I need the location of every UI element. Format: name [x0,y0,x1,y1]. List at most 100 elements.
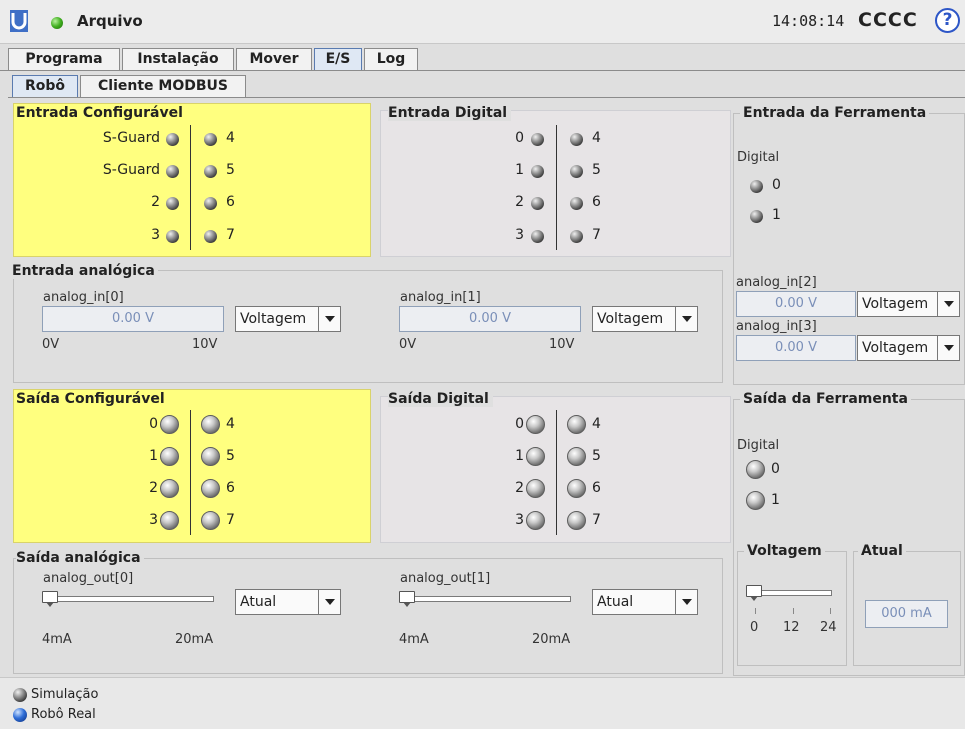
config-output-button-2[interactable] [160,479,179,498]
tool-input-led-1 [750,210,763,223]
digital-input-label-4: 4 [592,130,601,146]
tool-input-label-0: 0 [772,177,781,193]
digital-input-led-7 [570,230,583,243]
config-output-button-1[interactable] [160,447,179,466]
chevron-down-icon[interactable] [937,292,959,316]
config-output-button-3[interactable] [160,511,179,530]
tab-cliente-modbus[interactable]: Cliente MODBUS [80,75,246,97]
tool-output-button-0[interactable] [746,460,765,479]
tool-input-label-1: 1 [772,207,781,223]
config-input-led-0 [166,133,179,146]
analog-in0-label: analog_in[0] [43,290,124,305]
config-output-button-4[interactable] [201,415,220,434]
analog-in1-min: 0V [399,337,417,352]
config-input-label-0: S-Guard [102,130,160,146]
digital-input-label-0: 0 [515,130,524,146]
analog-out1-slider-handle[interactable] [399,591,415,607]
analog-out0-max: 20mA [175,632,214,647]
tab-log[interactable]: Log [364,48,418,70]
simulation-label[interactable]: Simulação [31,687,98,702]
config-input-led-1 [166,165,179,178]
analog-in1-mode-select[interactable]: Voltagem [592,306,698,332]
robot-name: CCCC [858,9,918,31]
analog-out1-slider[interactable] [401,596,571,602]
analog-out1-mode: Atual [597,594,634,610]
chevron-down-icon[interactable] [937,336,959,360]
config-input-led-2 [166,197,179,210]
digital-output-label-0: 0 [515,416,524,432]
tab-instalacao[interactable]: Instalação [122,48,234,70]
analog-out0-mode-select[interactable]: Atual [235,589,341,615]
digital-input-label-6: 6 [592,194,601,210]
analog-input-title: Entrada analógica [12,263,158,279]
digital-output-divider [556,410,557,535]
tab-robo[interactable]: Robô [12,75,78,97]
digital-input-label-1: 1 [515,162,524,178]
tab-mover[interactable]: Mover [236,48,312,70]
config-input-label-5: 5 [226,162,235,178]
real-robot-radio[interactable] [13,708,27,722]
digital-output-button-6[interactable] [567,479,586,498]
config-output-label-1: 1 [149,448,158,464]
digital-output-button-5[interactable] [567,447,586,466]
tool-analog-in2-mode-select[interactable]: Voltagem [857,291,960,317]
analog-in0-mode-select[interactable]: Voltagem [235,306,341,332]
analog-in0-value: 0.00 V [42,306,224,332]
digital-input-title: Entrada Digital [388,105,512,121]
analog-out1-mode-select[interactable]: Atual [592,589,698,615]
chevron-down-icon[interactable] [318,590,340,614]
config-input-led-6 [204,197,217,210]
tool-output-label-0: 0 [771,461,780,477]
digital-output-title: Saída Digital [388,391,493,407]
config-input-divider [190,125,191,250]
analog-out1-min: 4mA [399,632,429,647]
footer-bar [0,677,965,729]
digital-input-label-5: 5 [592,162,601,178]
config-output-button-6[interactable] [201,479,220,498]
tick-mark [793,608,794,614]
analog-out1-label: analog_out[1] [400,571,491,586]
digital-output-button-4[interactable] [567,415,586,434]
digital-output-button-3[interactable] [526,511,545,530]
digital-input-led-0 [531,133,544,146]
tool-voltage-slider-handle[interactable] [746,585,762,601]
digital-input-led-6 [570,197,583,210]
chevron-down-icon[interactable] [318,307,340,331]
tool-output-label-1: 1 [771,492,780,508]
digital-output-button-0[interactable] [526,415,545,434]
analog-out0-slider-handle[interactable] [42,591,58,607]
config-input-label-4: 4 [226,130,235,146]
clock: 14:08:14 [772,12,845,30]
digital-output-label-3: 3 [515,512,524,528]
config-output-button-5[interactable] [201,447,220,466]
tool-input-digital-label: Digital [737,150,780,165]
chevron-down-icon[interactable] [675,307,697,331]
digital-output-button-7[interactable] [567,511,586,530]
config-input-label-7: 7 [226,227,235,243]
digital-output-button-1[interactable] [526,447,545,466]
file-menu[interactable]: Arquivo [77,12,143,30]
tab-es[interactable]: E/S [314,48,362,70]
digital-output-button-2[interactable] [526,479,545,498]
config-output-button-7[interactable] [201,511,220,530]
config-output-group [13,389,371,543]
config-output-label-0: 0 [149,416,158,432]
config-output-button-0[interactable] [160,415,179,434]
tool-current-value: 000 mA [865,600,948,628]
analog-out0-slider[interactable] [44,596,214,602]
subtab-divider [8,97,965,98]
tool-analog-in3-mode-select[interactable]: Voltagem [857,335,960,361]
config-output-label-5: 5 [226,448,235,464]
analog-out0-mode: Atual [240,594,277,610]
help-icon[interactable]: ? [935,8,960,33]
config-input-title: Entrada Configurável [16,105,183,121]
simulation-radio[interactable] [13,688,27,702]
config-output-label-7: 7 [226,512,235,528]
config-output-title: Saída Configurável [16,391,165,407]
tool-voltage-tick-24: 24 [820,620,837,635]
tab-programa[interactable]: Programa [8,48,120,70]
tool-analog-in3-value: 0.00 V [736,335,856,361]
tool-output-button-1[interactable] [746,491,765,510]
chevron-down-icon[interactable] [675,590,697,614]
real-robot-label[interactable]: Robô Real [31,707,96,722]
